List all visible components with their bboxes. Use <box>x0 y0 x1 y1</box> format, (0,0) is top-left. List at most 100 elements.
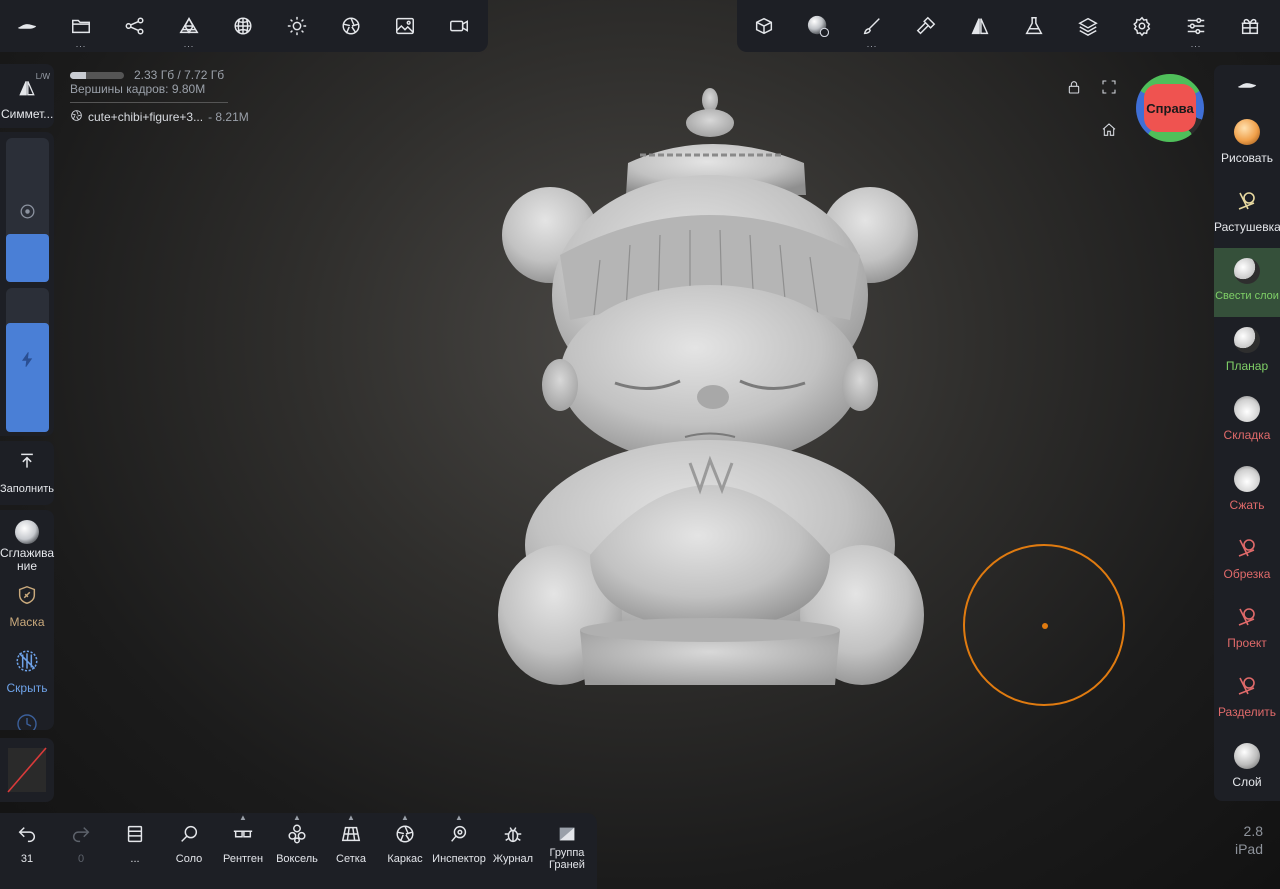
filters-flask-icon[interactable] <box>1007 0 1061 52</box>
smooth-tool[interactable]: Сглажива ние <box>0 518 54 573</box>
mesh-icon <box>70 109 83 125</box>
voxel-label: Воксель <box>276 853 318 865</box>
top-right-toolbar: ... ... <box>737 0 1280 52</box>
inspector-eye-icon <box>451 825 467 842</box>
history-stack-icon <box>127 825 143 843</box>
wireframe-button[interactable]: ▲ Каркас <box>378 813 432 889</box>
hide-grid-icon <box>16 650 38 672</box>
journal-label: Журнал <box>492 853 534 865</box>
symmetry-label: Симмет... <box>1 107 54 121</box>
layers-icon[interactable] <box>1061 0 1115 52</box>
tool-icon <box>1234 742 1260 769</box>
active-mesh[interactable]: cute+chibi+figure+3... - 8.21M <box>70 109 249 125</box>
inspector-button[interactable]: ▲ Инспектор <box>432 813 486 889</box>
sculpt-model[interactable] <box>490 85 930 695</box>
lock-icon[interactable] <box>1066 79 1082 100</box>
xray-button[interactable]: ▲ Рентген <box>216 813 270 889</box>
tool-item[interactable]: Свести слои <box>1214 247 1280 317</box>
tool-item[interactable]: Растушевка <box>1214 178 1280 247</box>
mesh-topology-icon[interactable]: ... <box>162 0 216 52</box>
facegroup-button[interactable]: Группа Граней <box>540 813 594 889</box>
grid-button[interactable]: ▲ Сетка <box>324 813 378 889</box>
tool-icon <box>1234 119 1260 145</box>
tool-item[interactable]: Рисовать <box>1214 109 1280 178</box>
primitive-cube-icon[interactable] <box>737 0 791 52</box>
mesh-name: cute+chibi+figure+3... <box>88 110 204 124</box>
camera-aperture-icon[interactable] <box>324 0 378 52</box>
selection-icon <box>17 714 37 730</box>
background-image-icon[interactable] <box>378 0 432 52</box>
scene-graph-icon[interactable] <box>108 0 162 52</box>
grid-caret: ▲ <box>347 813 355 822</box>
mask-shield-icon <box>18 585 36 605</box>
voxel-button[interactable]: ▲ Воксель <box>270 813 324 889</box>
color-swatch[interactable] <box>0 738 54 802</box>
tool-icon <box>1234 604 1260 630</box>
facegroup-label: Группа Граней <box>549 847 585 871</box>
mesh-size: - 8.21M <box>208 110 249 124</box>
history-button[interactable]: ... <box>108 813 162 889</box>
voxel-caret: ▲ <box>293 813 301 822</box>
tool-icon <box>1234 257 1260 284</box>
tool-item[interactable]: Планар <box>1214 317 1280 386</box>
intensity-bolt-icon <box>21 352 33 367</box>
tool-item[interactable]: Сжать <box>1214 456 1280 525</box>
tool-icon <box>1234 326 1260 353</box>
tools-header[interactable] <box>1214 65 1280 105</box>
history-more: ... <box>130 853 140 865</box>
version-number: 2.8 <box>1243 823 1263 839</box>
fill-arrow-icon <box>21 453 33 468</box>
settings-gear-icon[interactable] <box>1115 0 1169 52</box>
multires-sphere-icon[interactable] <box>216 0 270 52</box>
memory-bar-fill <box>70 71 87 79</box>
symmetry-triangle-icon[interactable] <box>953 0 1007 52</box>
hide-label: Скрыть <box>6 681 48 695</box>
wireframe-sphere-icon <box>396 825 414 843</box>
journal-button[interactable]: Журнал <box>486 813 540 889</box>
interface-sliders-icon[interactable]: ... <box>1169 0 1223 52</box>
tool-label: Обрезка <box>1223 566 1271 581</box>
material-sphere-icon[interactable] <box>791 0 845 52</box>
brush-stroke-icon[interactable]: ... <box>845 0 899 52</box>
tool-item[interactable]: Разделить <box>1214 663 1280 732</box>
video-record-icon[interactable] <box>432 0 486 52</box>
gift-shop-icon[interactable] <box>1223 0 1277 52</box>
intensity-slider[interactable] <box>6 288 49 432</box>
radius-icon <box>20 204 35 219</box>
xray-label: Рентген <box>222 853 264 865</box>
files-folder-icon[interactable]: ... <box>54 0 108 52</box>
mask-label: Маска <box>9 615 45 629</box>
hide-tool[interactable]: Скрыть <box>0 648 54 695</box>
radius-slider[interactable] <box>6 138 49 282</box>
tool-icon <box>1234 673 1260 699</box>
select-tool-partial[interactable] <box>0 712 54 730</box>
redo-button[interactable]: 0 <box>54 813 108 889</box>
intensity-slider-fill <box>6 322 49 432</box>
fill-label: Заполнить <box>0 483 55 495</box>
grid-plane-icon <box>341 826 361 842</box>
symmetry-toggle[interactable]: L/W Симмет... <box>0 64 54 128</box>
undo-count: 31 <box>20 853 34 865</box>
solo-label: Соло <box>175 853 203 865</box>
home-icon[interactable] <box>1101 122 1117 143</box>
radius-slider-fill <box>6 234 49 282</box>
brush-center-dot <box>1042 623 1048 629</box>
tool-label: Растушевка <box>1214 220 1280 235</box>
nomad-logo-icon-right <box>1237 83 1257 88</box>
mask-tool[interactable]: Маска <box>0 584 54 629</box>
tool-icon <box>1234 535 1260 561</box>
fullscreen-icon[interactable] <box>1101 79 1117 100</box>
solo-button[interactable]: Соло <box>162 813 216 889</box>
tool-item[interactable]: Проект <box>1214 594 1280 663</box>
fill-button[interactable]: Заполнить <box>0 441 54 505</box>
paint-tool-icon[interactable] <box>899 0 953 52</box>
tool-item[interactable]: Складка <box>1214 386 1280 455</box>
tool-label: Проект <box>1227 636 1267 651</box>
undo-button[interactable]: 31 <box>0 813 54 889</box>
nomad-logo-icon[interactable] <box>0 0 54 52</box>
tool-item[interactable]: Слой <box>1214 733 1280 802</box>
view-cube[interactable]: Справа <box>1136 74 1204 142</box>
xray-caret: ▲ <box>239 813 247 822</box>
tool-item[interactable]: Обрезка <box>1214 525 1280 594</box>
lighting-sun-icon[interactable] <box>270 0 324 52</box>
